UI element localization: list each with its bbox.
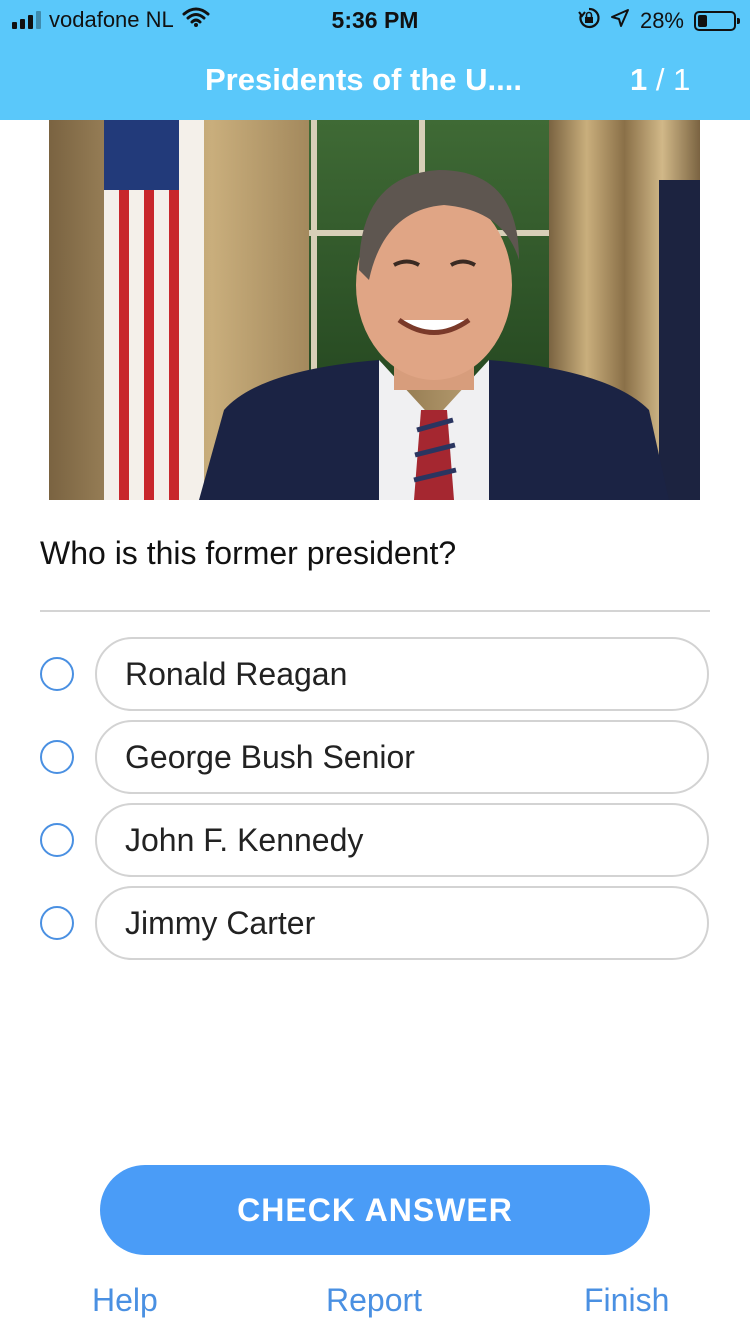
title-row: Presidents of the U.... 1 / 1 — [0, 58, 750, 106]
question-counter: 1 / 1 — [630, 62, 690, 98]
radio-button[interactable] — [40, 657, 74, 691]
radio-button[interactable] — [40, 823, 74, 857]
help-link[interactable]: Help — [92, 1282, 158, 1319]
answer-option-2[interactable]: George Bush Senior — [40, 720, 710, 794]
quiz-title: Presidents of the U.... — [205, 62, 522, 97]
counter-separator: / — [647, 62, 674, 97]
check-answer-button[interactable]: CHECK ANSWER — [100, 1165, 650, 1255]
rotation-lock-icon — [578, 7, 600, 35]
radio-button[interactable] — [40, 906, 74, 940]
counter-total: 1 — [673, 62, 691, 97]
status-right: 28% — [578, 7, 740, 35]
quiz-header: vodafone NL 5:36 PM 28% Presidents of th… — [0, 0, 750, 120]
radio-button[interactable] — [40, 740, 74, 774]
answer-option-4[interactable]: Jimmy Carter — [40, 886, 710, 960]
president-photo — [49, 120, 700, 500]
battery-icon — [694, 11, 740, 31]
answer-option-3[interactable]: John F. Kennedy — [40, 803, 710, 877]
location-arrow-icon — [610, 8, 630, 34]
report-link[interactable]: Report — [326, 1282, 422, 1319]
battery-percent: 28% — [639, 8, 684, 33]
status-bar: vodafone NL 5:36 PM 28% — [0, 0, 750, 40]
answer-label[interactable]: Jimmy Carter — [95, 886, 709, 960]
answer-label[interactable]: John F. Kennedy — [95, 803, 709, 877]
question-text: Who is this former president? — [40, 535, 457, 571]
answer-label[interactable]: George Bush Senior — [95, 720, 709, 794]
counter-current: 1 — [630, 62, 648, 97]
answer-option-1[interactable]: Ronald Reagan — [40, 637, 710, 711]
divider — [40, 610, 710, 612]
answer-label[interactable]: Ronald Reagan — [95, 637, 709, 711]
finish-link[interactable]: Finish — [584, 1282, 669, 1319]
